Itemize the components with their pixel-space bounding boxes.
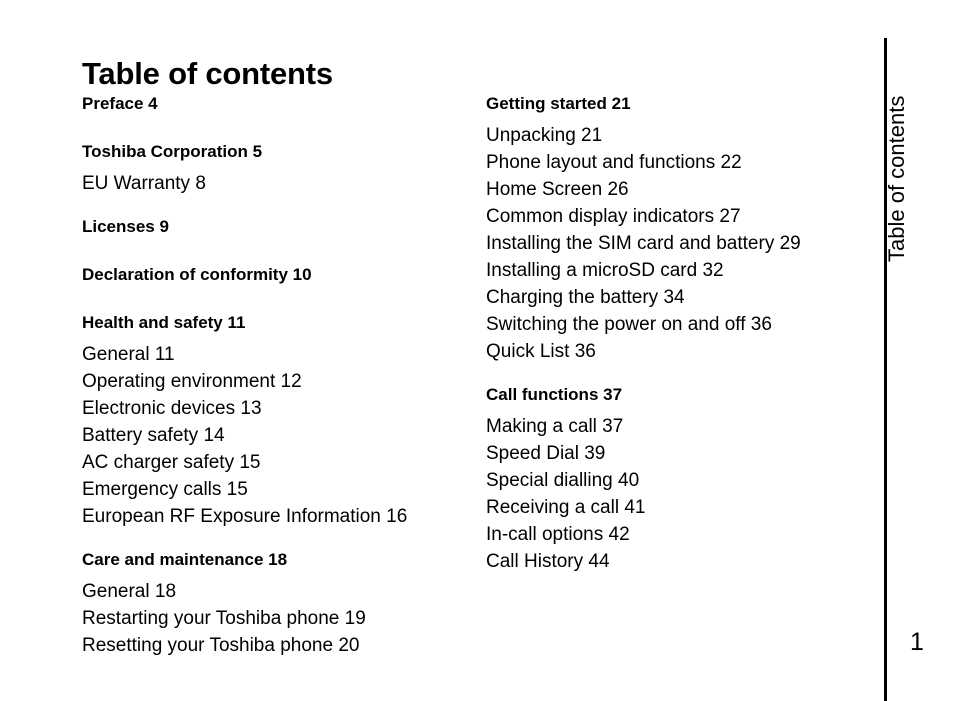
toc-entry[interactable]: AC charger safety 15 bbox=[82, 449, 472, 476]
toc-entry[interactable]: Making a call 37 bbox=[486, 413, 866, 440]
toc-entry[interactable]: Speed Dial 39 bbox=[486, 440, 866, 467]
toc-group: Care and maintenance 18 General 18 Restart… bbox=[82, 546, 472, 659]
toc-entry[interactable]: Switching the power on and off 36 bbox=[486, 311, 866, 338]
toc-heading[interactable]: Licenses 9 bbox=[82, 213, 472, 245]
toc-entry[interactable]: Common display indicators 27 bbox=[486, 203, 866, 230]
toc-group: Health and safety 11 General 11 Operating … bbox=[82, 309, 472, 530]
page-title: Table of contents bbox=[82, 55, 333, 91]
toc-entry[interactable]: Phone layout and functions 22 bbox=[486, 149, 866, 176]
toc-entry[interactable]: Quick List 36 bbox=[486, 338, 866, 365]
toc-heading[interactable]: Care and maintenance 18 bbox=[82, 546, 472, 578]
toc-entry[interactable]: EU Warranty 8 bbox=[82, 170, 472, 197]
toc-entry[interactable]: Installing the SIM card and battery 29 bbox=[486, 230, 866, 257]
toc-group: Licenses 9 bbox=[82, 213, 472, 245]
page-number: 1 bbox=[910, 628, 924, 656]
side-tab-label: Table of contents bbox=[884, 95, 909, 262]
toc-entry[interactable]: Emergency calls 15 bbox=[82, 476, 472, 503]
toc-entry[interactable]: Special dialling 40 bbox=[486, 467, 866, 494]
document-page: Table of contents Preface 4 Toshiba Corpo… bbox=[0, 0, 954, 701]
toc-entry[interactable]: General 11 bbox=[82, 341, 472, 368]
toc-heading[interactable]: Getting started 21 bbox=[486, 90, 866, 122]
toc-entry[interactable]: Charging the battery 34 bbox=[486, 284, 866, 311]
toc-entry[interactable]: General 18 bbox=[82, 578, 472, 605]
toc-entry[interactable]: Electronic devices 13 bbox=[82, 395, 472, 422]
toc-entry[interactable]: European RF Exposure Information 16 bbox=[82, 503, 472, 530]
toc-group: Getting started 21 Unpacking 21 Phone layo… bbox=[486, 90, 866, 365]
toc-group: Preface 4 bbox=[82, 90, 472, 122]
toc-entry[interactable]: Call History 44 bbox=[486, 548, 866, 575]
toc-group: Call functions 37 Making a call 37 Speed D… bbox=[486, 381, 866, 575]
toc-group: Toshiba Corporation 5 EU Warranty 8 bbox=[82, 138, 472, 197]
toc-entry[interactable]: Receiving a call 41 bbox=[486, 494, 866, 521]
toc-entry[interactable]: In-call options 42 bbox=[486, 521, 866, 548]
toc-group: Declaration of conformity 10 bbox=[82, 261, 472, 293]
toc-entry[interactable]: Installing a microSD card 32 bbox=[486, 257, 866, 284]
toc-column-left: Preface 4 Toshiba Corporation 5 EU Warrant… bbox=[82, 90, 472, 659]
toc-entry[interactable]: Home Screen 26 bbox=[486, 176, 866, 203]
toc-entry[interactable]: Restarting your Toshiba phone 19 bbox=[82, 605, 472, 632]
toc-entry[interactable]: Unpacking 21 bbox=[486, 122, 866, 149]
toc-heading[interactable]: Preface 4 bbox=[82, 90, 472, 122]
toc-entry[interactable]: Resetting your Toshiba phone 20 bbox=[82, 632, 472, 659]
toc-heading[interactable]: Call functions 37 bbox=[486, 381, 866, 413]
toc-heading[interactable]: Declaration of conformity 10 bbox=[82, 261, 472, 293]
toc-heading[interactable]: Health and safety 11 bbox=[82, 309, 472, 341]
toc-heading[interactable]: Toshiba Corporation 5 bbox=[82, 138, 472, 170]
toc-entry[interactable]: Battery safety 14 bbox=[82, 422, 472, 449]
toc-entry[interactable]: Operating environment 12 bbox=[82, 368, 472, 395]
toc-column-right: Getting started 21 Unpacking 21 Phone layo… bbox=[486, 90, 866, 575]
